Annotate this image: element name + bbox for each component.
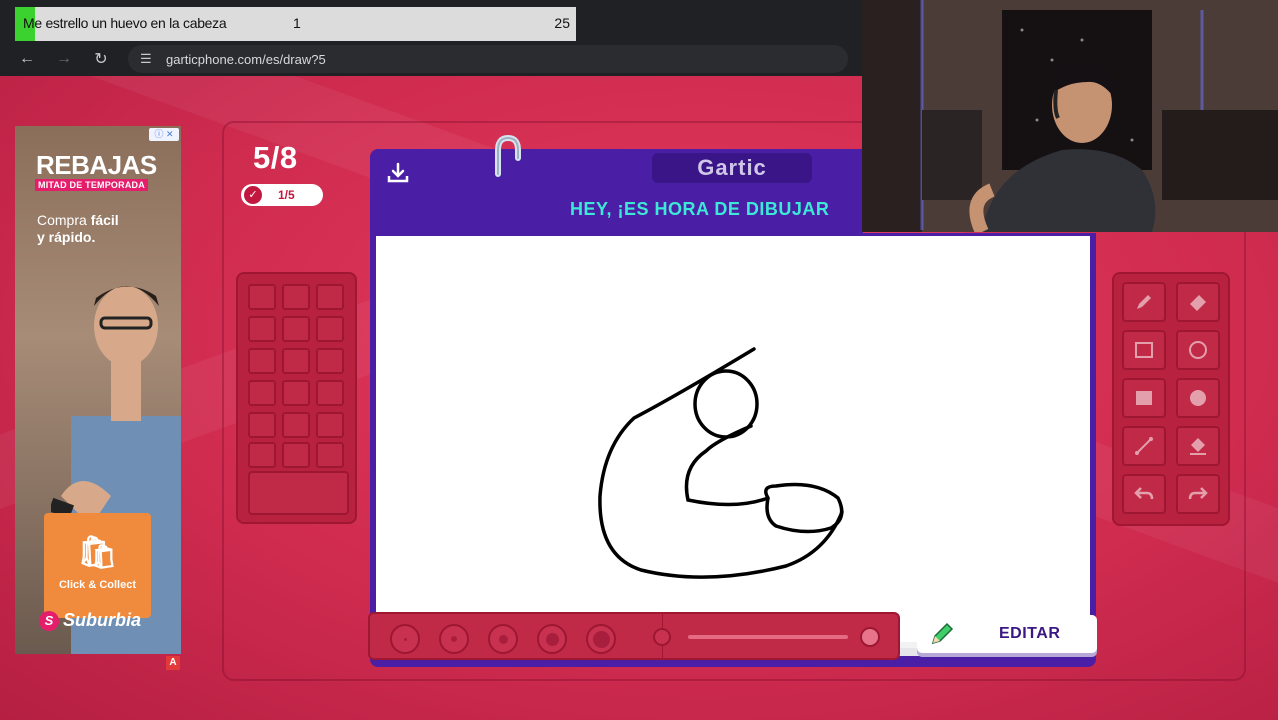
- board-clip-icon: [495, 134, 521, 177]
- color-swatch[interactable]: [282, 316, 310, 342]
- ad-mark-icon[interactable]: A: [166, 656, 180, 670]
- ad-brand: S Suburbia: [39, 610, 141, 631]
- checkmark-icon: ✓: [244, 186, 262, 204]
- players-done-badge: ✓ 1/5: [241, 184, 323, 206]
- webcam-feed: [862, 0, 1278, 232]
- gartic-logo: Gartic: [652, 153, 812, 183]
- color-swatch[interactable]: [248, 412, 276, 438]
- ad-copy-line2: y rápido.: [37, 229, 96, 245]
- color-swatch[interactable]: [316, 380, 344, 406]
- url-text: garticphone.com/es/draw?5: [166, 51, 326, 67]
- brush-size-2[interactable]: [439, 624, 469, 654]
- drawing-canvas[interactable]: [376, 236, 1090, 656]
- click-collect-button[interactable]: 🛍 Click & Collect: [44, 513, 151, 618]
- board-heading: HEY, ¡ES HORA DE DIBUJAR: [570, 199, 830, 219]
- webcam-image: [862, 0, 1278, 232]
- board-header: Gartic HEY, ¡ES HORA DE DIBUJAR: [370, 149, 863, 233]
- pencil-icon: [931, 622, 954, 645]
- color-swatch[interactable]: [248, 284, 276, 310]
- ad-subtitle: MITAD DE TEMPORADA: [35, 179, 148, 191]
- color-swatch[interactable]: [316, 316, 344, 342]
- address-bar-row: ← → ↻ ☰ garticphone.com/es/draw?5: [0, 42, 862, 76]
- color-swatch[interactable]: [282, 412, 310, 438]
- color-swatch[interactable]: [316, 348, 344, 374]
- color-swatch[interactable]: [316, 442, 344, 468]
- color-swatch[interactable]: [282, 284, 310, 310]
- color-swatch[interactable]: [282, 348, 310, 374]
- brush-size-4[interactable]: [537, 624, 567, 654]
- color-swatch[interactable]: [282, 380, 310, 406]
- players-done-count: 1/5: [278, 188, 295, 202]
- brush-size-5[interactable]: [586, 624, 616, 654]
- brand-logo-icon: S: [39, 610, 59, 631]
- brush-size-3[interactable]: [488, 624, 518, 654]
- opacity-slider[interactable]: [688, 635, 848, 639]
- ad-title: REBAJAS: [36, 150, 157, 180]
- round-counter: 5/8: [253, 140, 298, 175]
- advertisement[interactable]: ⓘ ✕ REBAJAS MITAD DE TEMPORADA Compra fá…: [15, 126, 181, 654]
- ellipse-filled-icon[interactable]: [1176, 378, 1220, 418]
- ad-choices-icon[interactable]: ⓘ ✕: [149, 128, 179, 141]
- color-swatch[interactable]: [248, 348, 276, 374]
- brand-name: Suburbia: [63, 610, 142, 630]
- color-palette: [236, 272, 357, 524]
- color-swatch[interactable]: [316, 412, 344, 438]
- reload-icon[interactable]: ↻: [90, 48, 112, 70]
- color-swatch[interactable]: [316, 284, 344, 310]
- cta-label: Click & Collect: [58, 579, 137, 591]
- line-icon[interactable]: [1122, 426, 1166, 466]
- stream-goal-bar: Me estrello un huevo en la cabeza 1 25: [15, 7, 576, 41]
- goal-total: 25: [554, 15, 570, 31]
- download-icon[interactable]: [384, 161, 412, 185]
- undo-icon[interactable]: [1122, 474, 1166, 514]
- site-settings-icon[interactable]: ☰: [140, 51, 158, 67]
- brush-size-1[interactable]: [390, 624, 420, 654]
- edit-button[interactable]: EDITAR: [917, 615, 1097, 653]
- sketch-drawing: [598, 347, 844, 579]
- eraser-icon[interactable]: [1176, 282, 1220, 322]
- brush-toolbar: [368, 612, 900, 660]
- shopping-bag-icon: 🛍: [77, 534, 118, 570]
- color-swatch[interactable]: [282, 442, 310, 468]
- opacity-min-icon: [653, 628, 671, 646]
- custom-color-picker[interactable]: [248, 471, 349, 515]
- pencil-icon[interactable]: [1122, 282, 1166, 322]
- rectangle-outline-icon[interactable]: [1122, 330, 1166, 370]
- forward-arrow-icon[interactable]: →: [53, 48, 75, 70]
- fill-bucket-icon[interactable]: [1176, 426, 1220, 466]
- ad-copy-text: Compra: [37, 212, 91, 228]
- opacity-slider-handle[interactable]: [860, 627, 880, 647]
- ad-copy: Compra fácil y rápido.: [37, 212, 119, 246]
- edit-button-label: EDITAR: [999, 625, 1061, 642]
- tool-panel: [1112, 272, 1230, 526]
- redo-icon[interactable]: [1176, 474, 1220, 514]
- color-swatch[interactable]: [248, 316, 276, 342]
- ad-copy-bold: fácil: [90, 212, 119, 228]
- goal-count: 1: [293, 15, 301, 31]
- ellipse-outline-icon[interactable]: [1176, 330, 1220, 370]
- address-bar[interactable]: ☰ garticphone.com/es/draw?5: [128, 45, 848, 73]
- color-swatch[interactable]: [248, 380, 276, 406]
- rectangle-filled-icon[interactable]: [1122, 378, 1166, 418]
- color-swatch[interactable]: [248, 442, 276, 468]
- back-arrow-icon[interactable]: ←: [16, 48, 38, 70]
- goal-title: Me estrello un huevo en la cabeza: [23, 15, 227, 31]
